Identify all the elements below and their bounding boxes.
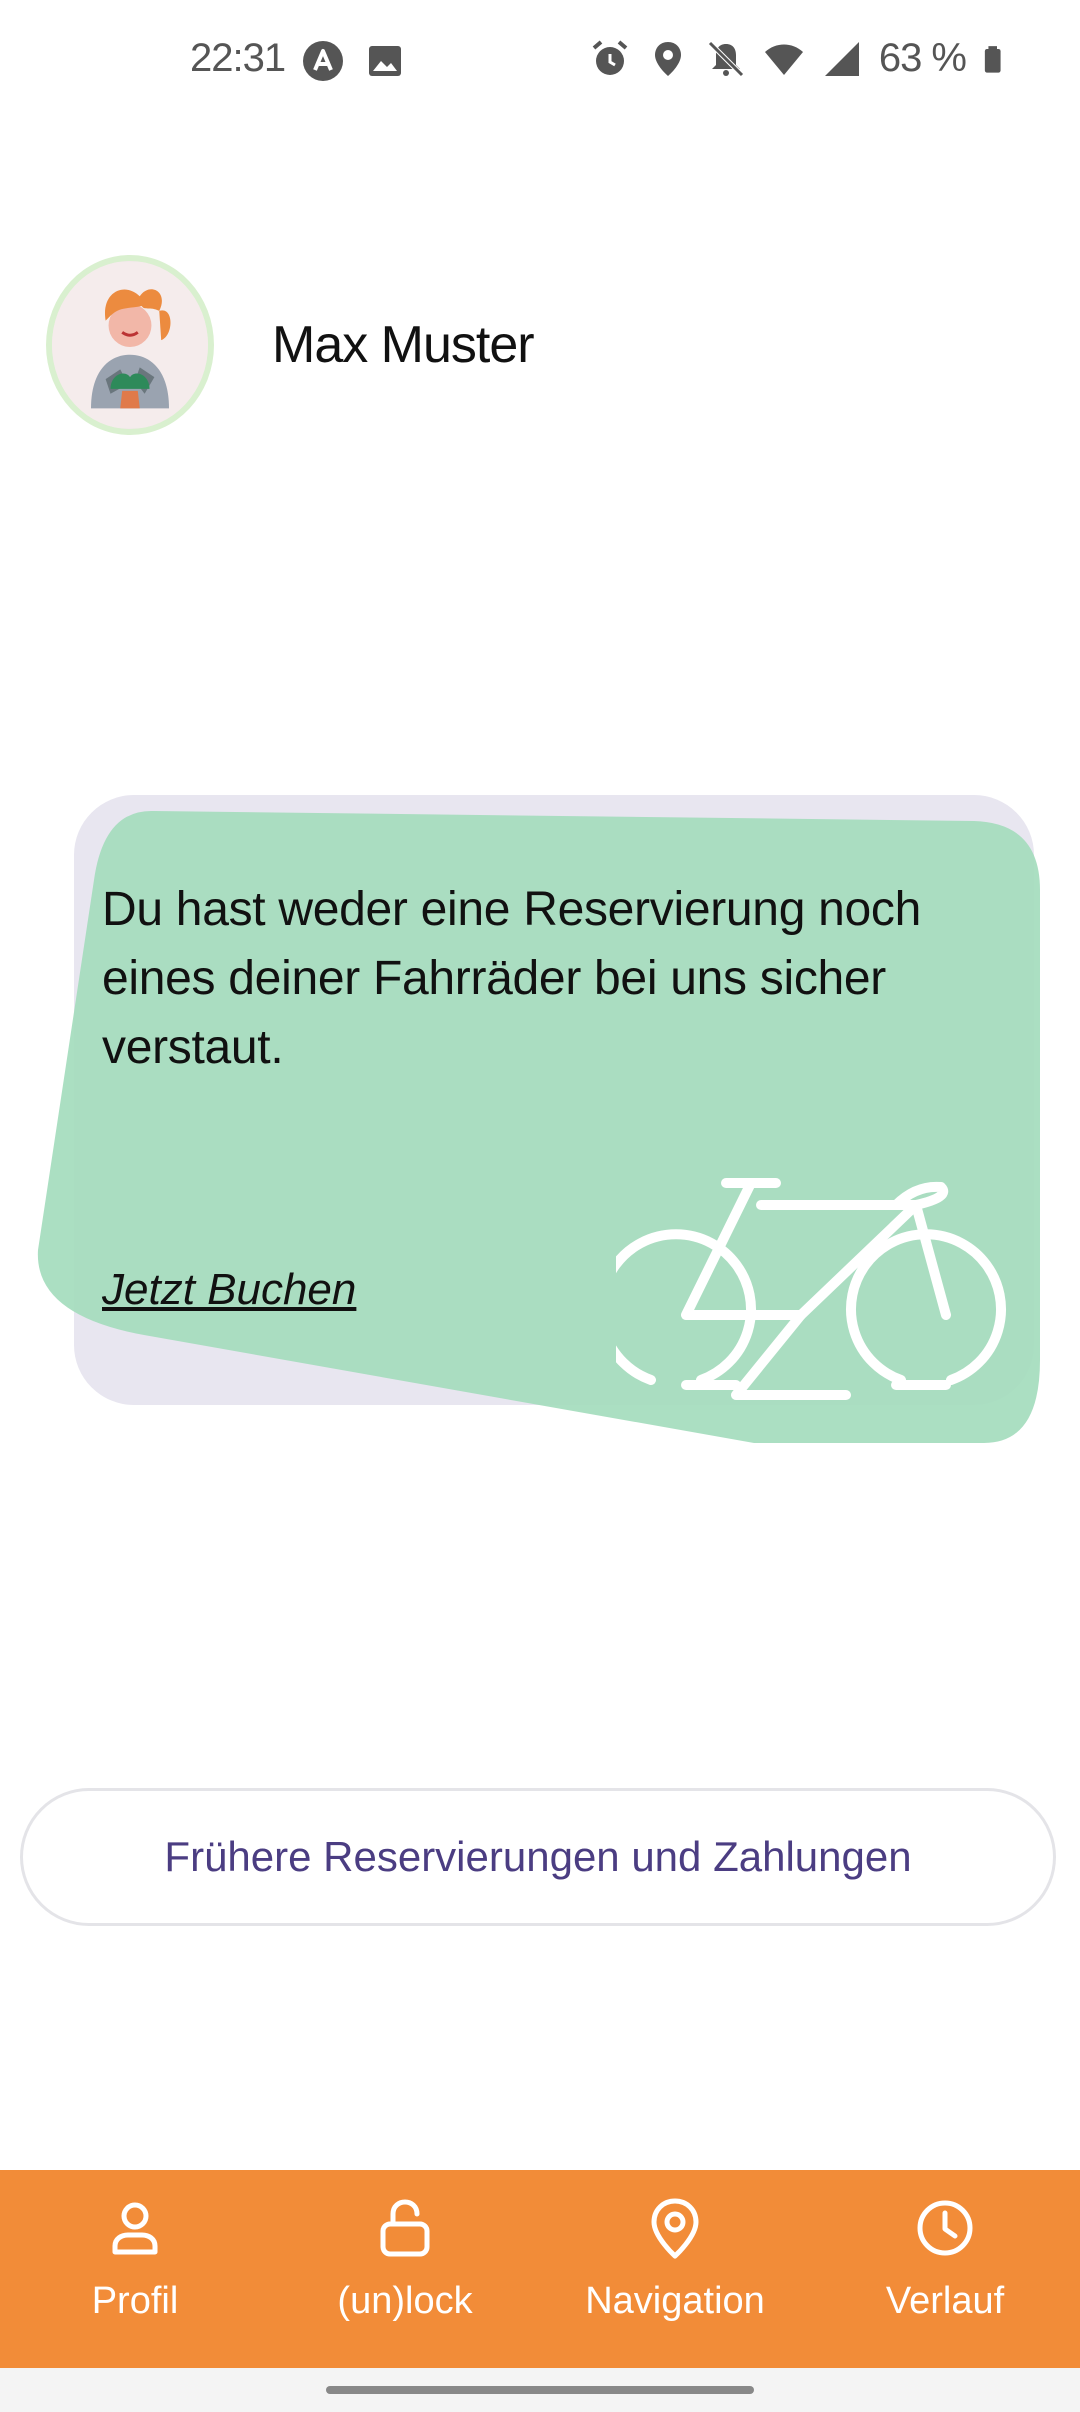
no-reservation-message: Du hast weder eine Reservierung noch ein… [102, 883, 922, 1074]
user-name: Max Muster [272, 316, 535, 374]
nav-item-profil[interactable]: Profil [0, 2170, 270, 2368]
nav-label-profil: Profil [91, 2280, 179, 2322]
status-time: 22:31 [190, 36, 286, 80]
alarm-icon [592, 39, 628, 75]
book-now-link[interactable]: Jetzt Buchen [102, 1265, 356, 1315]
mute-icon [708, 40, 744, 77]
nav-item-verlauf[interactable]: Verlauf [810, 2170, 1080, 2368]
status-bar: 22:31 63 % [0, 0, 1080, 125]
nav-label-unlock: (un)lock [337, 2280, 473, 2322]
reservation-card: Du hast weder eine Reservierung noch ein… [34, 795, 1040, 1445]
location-icon [654, 41, 681, 76]
battery-percent: 63 % [878, 36, 967, 80]
avatar[interactable] [46, 255, 214, 435]
nav-label-verlauf: Verlauf [885, 2280, 1005, 2322]
past-reservations-label: Frühere Reservierungen und Zahlungen [164, 1833, 912, 1880]
gesture-bar [0, 2368, 1080, 2412]
avatar-illustration [52, 262, 208, 428]
past-reservations-button[interactable]: Frühere Reservierungen und Zahlungen [20, 1788, 1056, 1926]
person-icon [112, 2202, 158, 2255]
location-pin-icon [651, 2198, 699, 2259]
profile-header: Max Muster [46, 255, 535, 435]
wifi-icon [764, 44, 803, 75]
nav-item-navigation[interactable]: Navigation [540, 2170, 810, 2368]
signal-icon [824, 41, 859, 76]
clock-icon [917, 2200, 973, 2256]
nav-label-navigation: Navigation [585, 2280, 765, 2322]
battery-icon [984, 45, 1001, 73]
bike-icon [616, 1178, 1006, 1400]
image-icon [369, 46, 401, 76]
home-indicator[interactable] [326, 2386, 754, 2394]
nav-item-unlock[interactable]: (un)lock [270, 2170, 540, 2368]
app-icon [303, 41, 343, 81]
bottom-navigation: Profil (un)lock Navigation Verlauf [0, 2170, 1080, 2368]
lock-icon [380, 2199, 430, 2257]
